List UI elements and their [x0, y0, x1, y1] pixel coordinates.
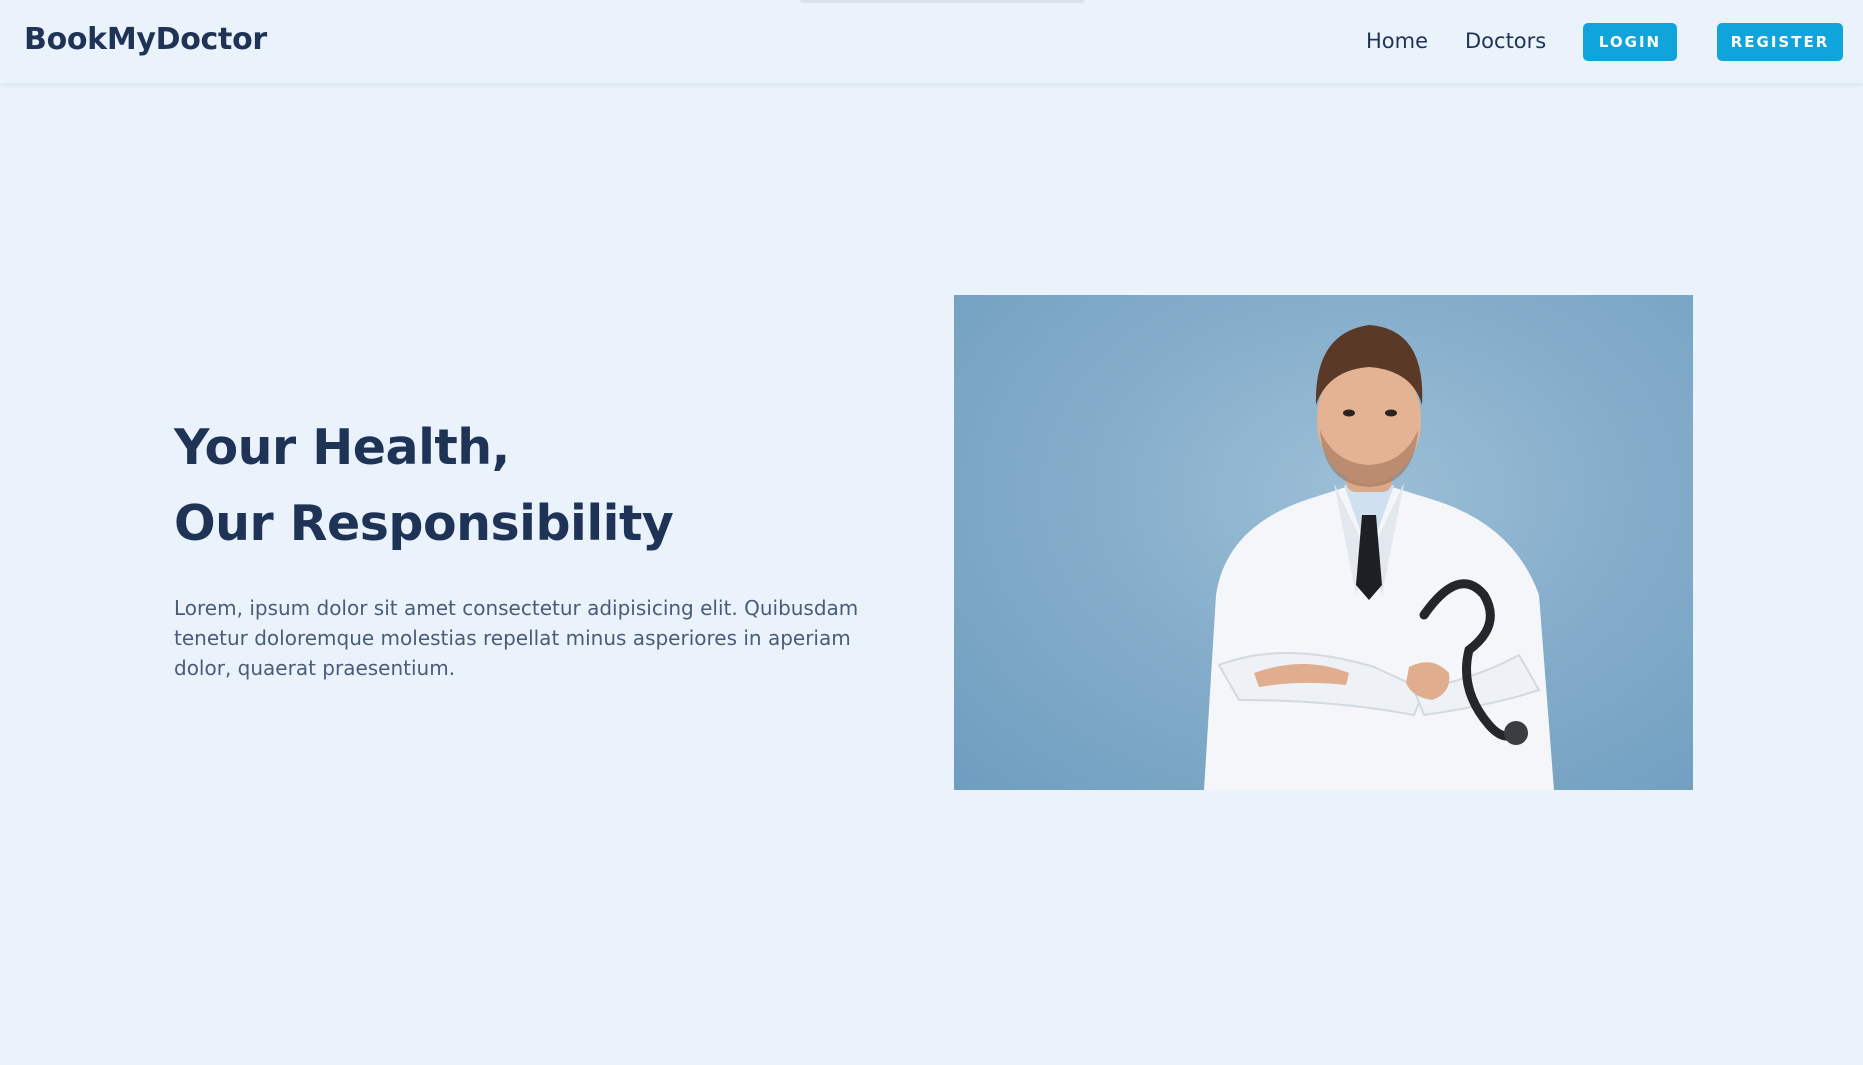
- hero-description: Lorem, ipsum dolor sit amet consectetur …: [174, 596, 859, 680]
- hero-title: Your Health, Our Responsibility: [174, 410, 674, 562]
- top-scroll-indicator: [800, 0, 1085, 3]
- eye-right: [1385, 409, 1397, 417]
- stethoscope-chestpiece: [1504, 721, 1528, 745]
- login-button[interactable]: LOGIN: [1583, 23, 1677, 61]
- brand-logo[interactable]: BookMyDoctor: [24, 20, 267, 60]
- doctor-photo: [954, 295, 1693, 790]
- hero-title-line-2: Our Responsibility: [174, 495, 674, 552]
- hero-title-line-1: Your Health,: [174, 419, 510, 476]
- nav-link-doctors[interactable]: Doctors: [1465, 26, 1546, 56]
- lab-coat: [1204, 485, 1554, 790]
- navbar: BookMyDoctor Home Doctors LOGIN REGISTER: [0, 0, 1863, 83]
- doctor-illustration: [1204, 325, 1554, 790]
- register-button[interactable]: REGISTER: [1717, 23, 1843, 61]
- nav-link-home[interactable]: Home: [1366, 26, 1428, 56]
- eye-left: [1343, 409, 1355, 417]
